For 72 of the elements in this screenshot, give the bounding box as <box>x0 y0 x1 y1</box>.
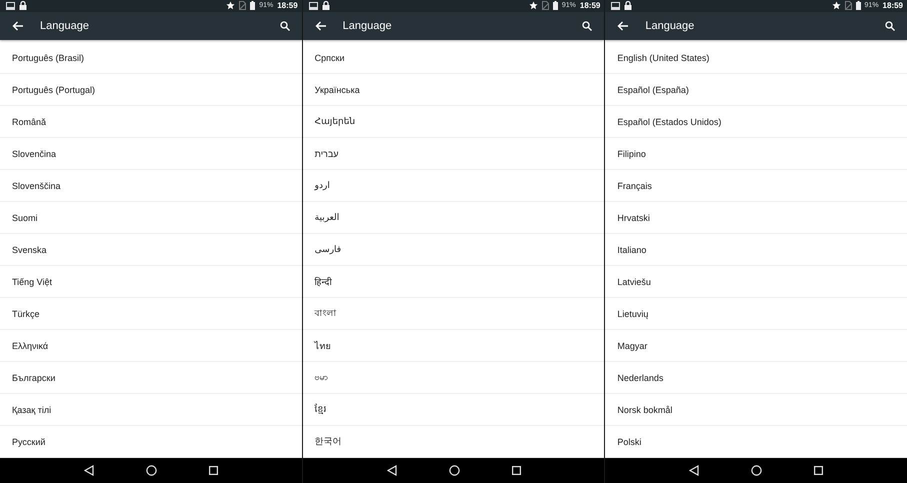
language-item[interactable]: Қазақ тілі <box>0 394 302 426</box>
language-item[interactable]: English (United States) <box>605 42 907 74</box>
clock: 18:59 <box>277 1 298 10</box>
back-icon[interactable] <box>689 465 700 476</box>
language-item[interactable]: Română <box>0 106 302 138</box>
lock-icon <box>624 1 632 10</box>
language-item[interactable]: Português (Portugal) <box>0 74 302 106</box>
language-item[interactable]: Magyar <box>605 330 907 362</box>
battery-icon <box>250 1 256 10</box>
sim-icon <box>542 1 549 10</box>
language-item[interactable]: فارسی <box>302 234 604 266</box>
language-item[interactable]: ไทย <box>302 330 604 362</box>
language-item[interactable]: Português (Brasil) <box>0 42 302 74</box>
language-item[interactable]: Svenska <box>0 234 302 266</box>
language-item[interactable]: Українська <box>302 74 604 106</box>
language-item[interactable]: Nederlands <box>605 362 907 394</box>
language-item[interactable]: Italiano <box>605 234 907 266</box>
back-arrow-icon[interactable] <box>617 21 630 32</box>
language-item[interactable]: עברית <box>302 138 604 170</box>
battery-icon <box>856 1 861 10</box>
language-item[interactable]: ဗမာ <box>302 362 604 394</box>
language-item[interactable]: Български <box>0 362 302 394</box>
search-icon[interactable] <box>280 21 290 32</box>
language-item[interactable]: हिन्दी <box>302 266 604 298</box>
screen-icon <box>6 2 15 10</box>
screen-title: Language <box>40 20 89 32</box>
language-item[interactable]: Ελληνικά <box>0 330 302 362</box>
clock: 18:59 <box>882 1 904 10</box>
search-icon[interactable] <box>582 21 592 32</box>
back-icon[interactable] <box>386 465 396 476</box>
screen-icon <box>308 2 318 10</box>
star-icon <box>528 1 538 10</box>
screen-icon <box>611 2 620 10</box>
language-item[interactable]: Slovenčina <box>0 138 302 170</box>
language-item[interactable]: Suomi <box>0 202 302 234</box>
clock: 18:59 <box>580 1 600 10</box>
back-arrow-icon[interactable] <box>12 21 24 32</box>
home-icon[interactable] <box>448 465 460 476</box>
language-item[interactable]: Հայերեն <box>302 106 604 138</box>
lock-icon <box>322 1 330 10</box>
home-icon[interactable] <box>146 465 157 476</box>
language-item[interactable]: Lietuvių <box>605 298 907 330</box>
language-item[interactable]: Norsk bokmål <box>605 394 907 426</box>
sim-icon <box>844 1 852 10</box>
language-item[interactable]: ខ្មែរ <box>302 394 604 426</box>
language-item[interactable]: العربية <box>302 202 604 234</box>
search-icon[interactable] <box>885 21 896 32</box>
language-item[interactable]: Latviešu <box>605 266 907 298</box>
language-item[interactable]: Español (España) <box>605 74 907 106</box>
language-item[interactable]: اردو <box>302 170 604 202</box>
language-item[interactable]: Tiếng Việt <box>0 266 302 298</box>
lock-icon <box>19 1 27 10</box>
recents-icon[interactable] <box>512 466 520 476</box>
language-item[interactable]: Français <box>605 170 907 202</box>
language-item[interactable]: Hrvatski <box>605 202 907 234</box>
recents-icon[interactable] <box>814 466 824 476</box>
language-item[interactable]: Filipino <box>605 138 907 170</box>
battery-icon <box>552 1 558 10</box>
star-icon <box>832 1 841 10</box>
language-item[interactable]: Türkçe <box>0 298 302 330</box>
language-item[interactable]: Slovenščina <box>0 170 302 202</box>
star-icon <box>226 1 236 10</box>
language-item[interactable]: Español (Estados Unidos) <box>605 106 907 138</box>
home-icon[interactable] <box>751 465 762 476</box>
language-item[interactable]: বাংলা <box>302 298 604 330</box>
language-item[interactable]: Српски <box>302 42 604 74</box>
sim-icon <box>239 1 246 10</box>
recents-icon[interactable] <box>208 466 218 476</box>
screen-title: Language <box>645 20 694 32</box>
back-icon[interactable] <box>84 465 94 476</box>
screen-title: Language <box>342 20 392 32</box>
back-arrow-icon[interactable] <box>314 21 327 32</box>
